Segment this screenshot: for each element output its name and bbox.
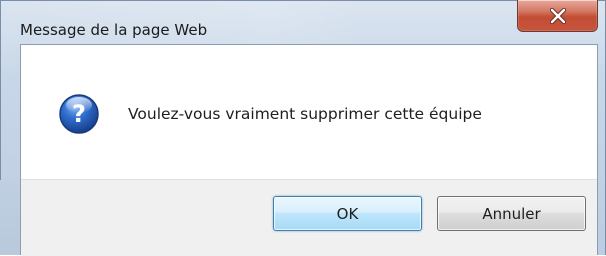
- frame-edge: [0, 180, 20, 255]
- close-icon: [549, 7, 567, 24]
- svg-text:?: ?: [72, 100, 86, 128]
- dialog-content: ? Voulez-vous vraiment supprimer cette é…: [21, 45, 597, 179]
- question-icon: ?: [58, 93, 100, 135]
- close-button[interactable]: [517, 0, 598, 32]
- message-dialog: Message de la page Web ? Voulez-vous vra…: [0, 0, 606, 256]
- dialog-button-bar: OK Annuler: [21, 179, 597, 256]
- dialog-client-area: ? Voulez-vous vraiment supprimer cette é…: [20, 44, 598, 256]
- ok-button[interactable]: OK: [273, 196, 422, 231]
- cancel-button[interactable]: Annuler: [437, 196, 586, 231]
- window-title: Message de la page Web: [20, 21, 208, 39]
- dialog-message: Voulez-vous vraiment supprimer cette équ…: [128, 105, 482, 123]
- title-bar[interactable]: Message de la page Web: [0, 0, 606, 44]
